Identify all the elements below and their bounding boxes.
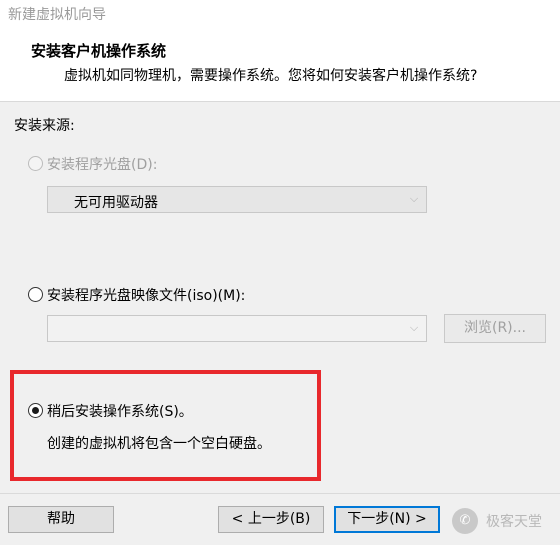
watermark-text: 极客天堂: [486, 514, 542, 530]
next-button[interactable]: 下一步(N) >: [334, 506, 440, 533]
page-subtitle: 虚拟机如同物理机，需要操作系统。您将如何安装客户机操作系统?: [64, 68, 478, 84]
browse-button[interactable]: 浏览(R)...: [444, 314, 546, 343]
iso-path-input[interactable]: ⌵: [47, 315, 427, 342]
title-bar: 新建虚拟机向导: [0, 0, 560, 28]
chevron-down-icon: ⌵: [409, 192, 419, 205]
drive-select[interactable]: 无可用驱动器 ⌵: [47, 186, 427, 213]
chevron-down-icon: ⌵: [409, 321, 419, 334]
footer-divider: [0, 493, 560, 494]
help-button[interactable]: 帮助: [8, 506, 114, 533]
iso-option-radio[interactable]: [28, 287, 43, 302]
wechat-icon: ✆: [452, 508, 478, 534]
watermark: ✆ 极客天堂: [450, 506, 560, 536]
iso-option-label: 安装程序光盘映像文件(iso)(M):: [47, 288, 246, 304]
drive-select-value: 无可用驱动器: [74, 195, 158, 211]
highlight-box: [10, 370, 321, 481]
install-source-label: 安装来源:: [14, 118, 75, 134]
disc-option-radio[interactable]: [28, 156, 43, 171]
wizard-header: 安装客户机操作系统 虚拟机如同物理机，需要操作系统。您将如何安装客户机操作系统?: [0, 28, 560, 102]
back-button[interactable]: < 上一步(B): [218, 506, 324, 533]
page-title: 安装客户机操作系统: [31, 42, 167, 60]
disc-option-label: 安装程序光盘(D):: [47, 157, 158, 173]
window-title: 新建虚拟机向导: [8, 7, 106, 23]
